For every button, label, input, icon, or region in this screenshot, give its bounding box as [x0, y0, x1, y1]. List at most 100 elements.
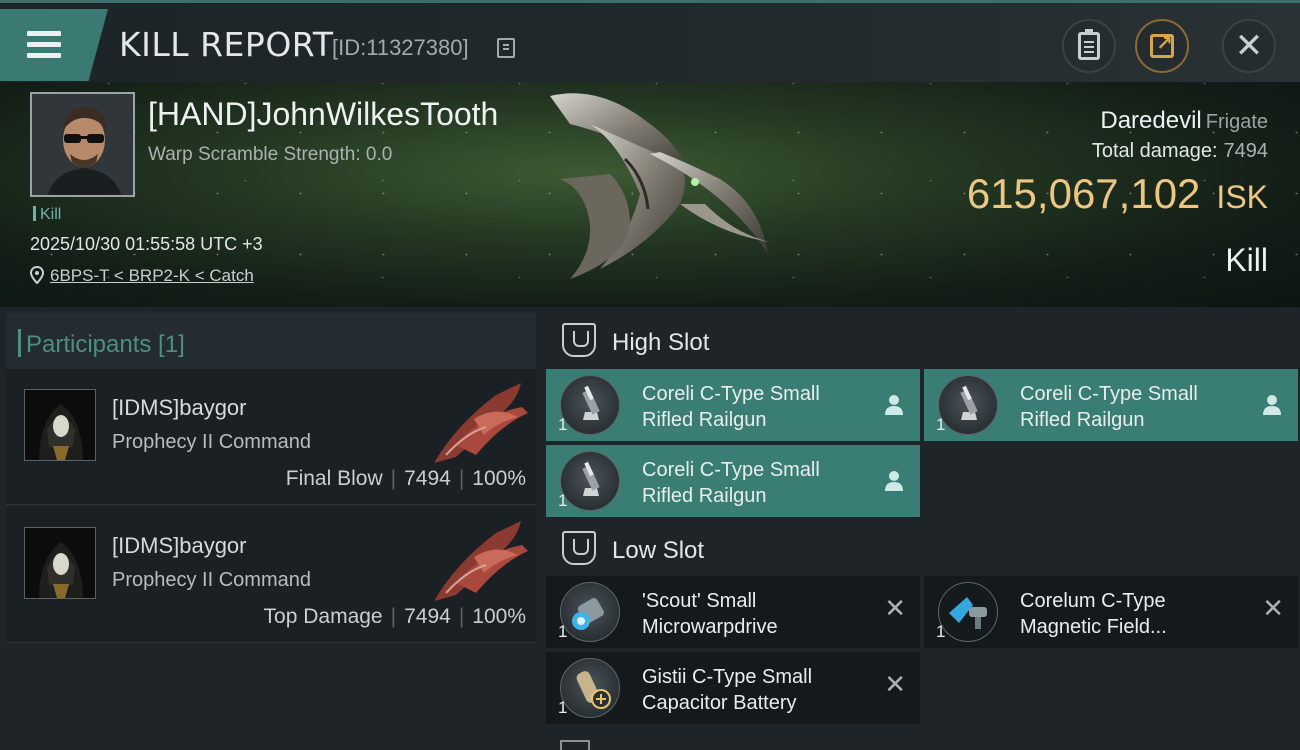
low-slot-header: Low Slot	[560, 521, 1280, 577]
high-slot-label: High Slot	[612, 329, 710, 356]
module-name-line1: 'Scout' Small	[642, 590, 757, 612]
isk-value: 615,067,102 ISK	[967, 170, 1268, 218]
module-name: Coreli C-Type Small Rifled Railgun	[642, 457, 882, 509]
module-item[interactable]: 1 Gistii C-Type Small Capacitor Battery …	[546, 652, 920, 724]
person-icon	[885, 395, 903, 415]
ship-name: Daredevil	[1100, 107, 1202, 134]
railgun-icon	[560, 451, 620, 511]
module-name: Corelum C-Type Magnetic Field...	[1020, 588, 1260, 640]
participant-row[interactable]: [IDMS]baygor Prophecy II Command Final B…	[6, 369, 536, 505]
participant-damage: 7494	[404, 605, 451, 628]
low-slot-icon	[562, 531, 596, 565]
module-quantity: 1	[936, 415, 946, 434]
person-icon	[885, 471, 903, 491]
copy-icon[interactable]	[497, 38, 515, 58]
high-slot-header: High Slot	[560, 313, 1280, 369]
module-item[interactable]: 1 'Scout' Small Microwarpdrive ✕	[546, 576, 920, 648]
participant-avatar	[24, 389, 96, 461]
participant-role: Top Damage	[263, 605, 383, 628]
participant-name: [IDMS]baygor	[112, 533, 247, 558]
module-name-line2: Rifled Railgun	[1020, 409, 1145, 431]
high-slot-icon	[562, 323, 596, 357]
module-quantity: 1	[936, 622, 946, 641]
module-name: Coreli C-Type Small Rifled Railgun	[1020, 381, 1260, 433]
kill-tag: Kill	[33, 206, 61, 224]
module-name-line1: Coreli C-Type Small	[642, 459, 820, 481]
participant-percent: 100%	[472, 605, 526, 628]
share-button[interactable]	[1135, 19, 1189, 73]
participant-stats: Top Damage | 7494 | 100%	[263, 605, 526, 628]
module-item[interactable]: 1 Coreli C-Type Small Rifled Railgun	[546, 369, 920, 441]
module-name-line1: Coreli C-Type Small	[642, 383, 820, 405]
participant-ship-image	[434, 521, 528, 601]
header-bar: KILL REPORT [ID:11327380] ✕	[0, 0, 1300, 82]
participant-stats: Final Blow | 7494 | 100%	[285, 467, 526, 490]
module-name-line1: Corelum C-Type	[1020, 590, 1166, 612]
module-quantity: 1	[558, 415, 568, 434]
victim-avatar[interactable]	[30, 92, 135, 197]
participant-percent: 100%	[472, 467, 526, 490]
module-quantity: 1	[558, 698, 568, 717]
module-name-line1: Coreli C-Type Small	[1020, 383, 1198, 405]
close-button[interactable]: ✕	[1222, 19, 1276, 73]
module-quantity: 1	[558, 491, 568, 510]
module-quantity: 1	[558, 622, 568, 641]
close-icon: ✕	[1234, 26, 1264, 66]
railgun-icon	[938, 375, 998, 435]
x-icon: ✕	[884, 670, 906, 700]
isk-amount: 615,067,102	[966, 170, 1201, 217]
module-item[interactable]: 1 Coreli C-Type Small Rifled Railgun	[924, 369, 1298, 441]
isk-unit: ISK	[1216, 179, 1268, 215]
victim-ship-image	[550, 93, 770, 279]
module-name: Gistii C-Type Small Capacitor Battery	[642, 664, 882, 716]
kill-result: Kill	[1225, 242, 1268, 278]
participants-header: Participants [1]	[6, 313, 536, 371]
total-damage: Total damage: 7494	[1092, 140, 1268, 163]
participants-panel: Participants [1] [IDMS]baygor Prophecy I…	[0, 307, 542, 750]
next-slot-header-peek	[560, 740, 590, 750]
menu-button[interactable]	[0, 9, 108, 81]
railgun-icon	[560, 375, 620, 435]
page-title: KILL REPORT	[119, 25, 334, 64]
clipboard-button[interactable]	[1062, 19, 1116, 73]
total-damage-label: Total damage:	[1091, 140, 1218, 162]
total-damage-value: 7494	[1223, 140, 1269, 162]
participant-row[interactable]: [IDMS]baygor Prophecy II Command Top Dam…	[6, 507, 536, 643]
fitting-panel: High Slot 1 Coreli C-Type Small Rifled R…	[542, 307, 1300, 750]
share-icon	[1150, 31, 1174, 58]
hamburger-icon	[27, 31, 61, 59]
participant-damage: 7494	[404, 467, 451, 490]
victim-name[interactable]: [HAND]JohnWilkesTooth	[148, 96, 498, 133]
participant-role: Final Blow	[285, 467, 383, 490]
module-name-line2: Rifled Railgun	[642, 485, 767, 507]
participant-ship-image	[434, 383, 528, 463]
kill-location[interactable]: 6BPS-T < BRP2-K < Catch	[30, 266, 254, 286]
module-name-line2: Microwarpdrive	[642, 616, 778, 638]
module-name-line1: Gistii C-Type Small	[642, 666, 813, 688]
participants-label: Participants [1]	[18, 329, 185, 358]
participant-ship: Prophecy II Command	[112, 569, 311, 591]
person-icon	[1263, 395, 1281, 415]
capacitor-battery-icon	[560, 658, 620, 718]
victim-banner: [HAND]JohnWilkesTooth Warp Scramble Stre…	[0, 82, 1300, 307]
kill-datetime: 2025/10/30 01:55:58 UTC +3	[30, 234, 263, 254]
module-name-line2: Rifled Railgun	[642, 409, 767, 431]
warp-scramble-strength: Warp Scramble Strength: 0.0	[148, 144, 393, 165]
participant-avatar	[24, 527, 96, 599]
x-icon: ✕	[1262, 594, 1284, 624]
x-icon: ✕	[884, 594, 906, 624]
module-item[interactable]: 1 Coreli C-Type Small Rifled Railgun	[546, 445, 920, 517]
module-name-line2: Magnetic Field...	[1020, 616, 1167, 638]
module-item[interactable]: 1 Corelum C-Type Magnetic Field... ✕	[924, 576, 1298, 648]
location-pin-icon	[30, 266, 44, 284]
participant-name: [IDMS]baygor	[112, 395, 247, 420]
module-name: 'Scout' Small Microwarpdrive	[642, 588, 882, 640]
clipboard-icon	[1078, 29, 1100, 60]
location-link[interactable]: 6BPS-T < BRP2-K < Catch	[50, 266, 254, 285]
participant-ship: Prophecy II Command	[112, 431, 311, 453]
module-name: Coreli C-Type Small Rifled Railgun	[642, 381, 882, 433]
victim-ship[interactable]: Daredevil Frigate	[1100, 107, 1268, 135]
report-id: [ID:11327380]	[332, 35, 469, 60]
low-slot-label: Low Slot	[612, 537, 705, 564]
ship-class: Frigate	[1205, 111, 1268, 133]
